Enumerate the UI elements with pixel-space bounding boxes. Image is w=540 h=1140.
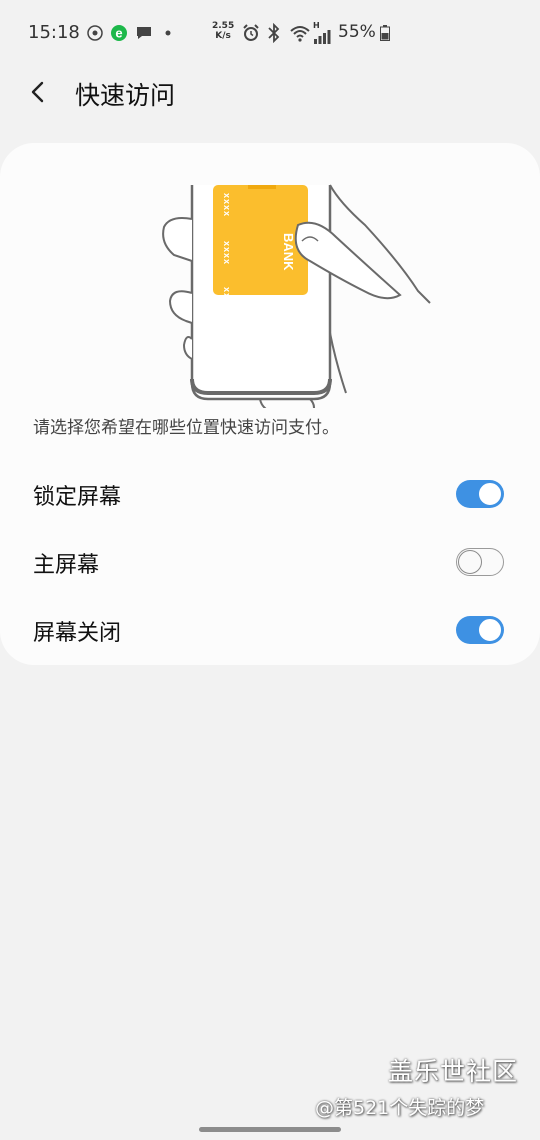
- net-speed-unit: K/s: [215, 31, 231, 41]
- setting-label-home-screen: 主屏幕: [33, 553, 100, 578]
- app-header: 快速访问: [0, 66, 540, 122]
- screen-off-toggle[interactable]: [456, 616, 504, 644]
- target-icon: [86, 22, 104, 44]
- browser-e-icon: e: [110, 22, 128, 44]
- toggle-knob: [478, 618, 502, 642]
- status-time: 15:18: [28, 22, 80, 43]
- wifi-icon: [289, 22, 311, 44]
- watermark-brand: 盖乐世社区: [388, 1057, 519, 1086]
- dot-icon: [164, 22, 172, 44]
- status-bar: 15:18 e 2.55 K/s H 55%: [0, 0, 540, 66]
- watermark-user: @第521个失踪的梦: [315, 1097, 485, 1119]
- setting-row-screen-off[interactable]: 屏幕关闭: [0, 596, 540, 664]
- setting-row-lock-screen[interactable]: 锁定屏幕: [0, 460, 540, 528]
- card-number-1: xxxx: [222, 193, 232, 217]
- chat-icon: [135, 22, 153, 44]
- phone-in-hand-illustration: xxxx xxxx xxxx BANK: [162, 184, 431, 408]
- alarm-icon: [241, 22, 261, 44]
- lock-screen-toggle[interactable]: [456, 480, 504, 508]
- setting-row-home-screen[interactable]: 主屏幕: [0, 528, 540, 596]
- page-title: 快速访问: [75, 81, 176, 110]
- card-bank-label: BANK: [281, 233, 296, 271]
- network-type: H: [313, 21, 320, 30]
- net-speed-value: 2.55: [212, 21, 235, 31]
- toggle-knob: [458, 549, 482, 574]
- signal-icon: H: [313, 22, 331, 44]
- battery-percent: 55%: [338, 22, 376, 42]
- setting-label-lock-screen: 锁定屏幕: [33, 485, 122, 510]
- back-button[interactable]: [20, 74, 56, 110]
- chevron-left-icon: [31, 81, 44, 103]
- quick-access-description: 请选择您希望在哪些位置快速访问支付。: [33, 418, 339, 438]
- home-indicator[interactable]: [199, 1127, 341, 1132]
- card-number-3: xxxx: [222, 287, 232, 311]
- quick-access-card: xxxx xxxx xxxx BANK 请选择您希望在哪些位置快速访问支付。 锁…: [0, 143, 540, 665]
- card-number-2: xxxx: [222, 241, 232, 265]
- bluetooth-icon: [266, 22, 282, 44]
- toggle-knob: [478, 482, 502, 506]
- svg-text:e: e: [115, 26, 122, 41]
- home-screen-toggle[interactable]: [456, 548, 504, 576]
- net-speed: 2.55 K/s: [212, 21, 234, 41]
- setting-label-screen-off: 屏幕关闭: [33, 621, 122, 646]
- battery-icon: [380, 22, 390, 44]
